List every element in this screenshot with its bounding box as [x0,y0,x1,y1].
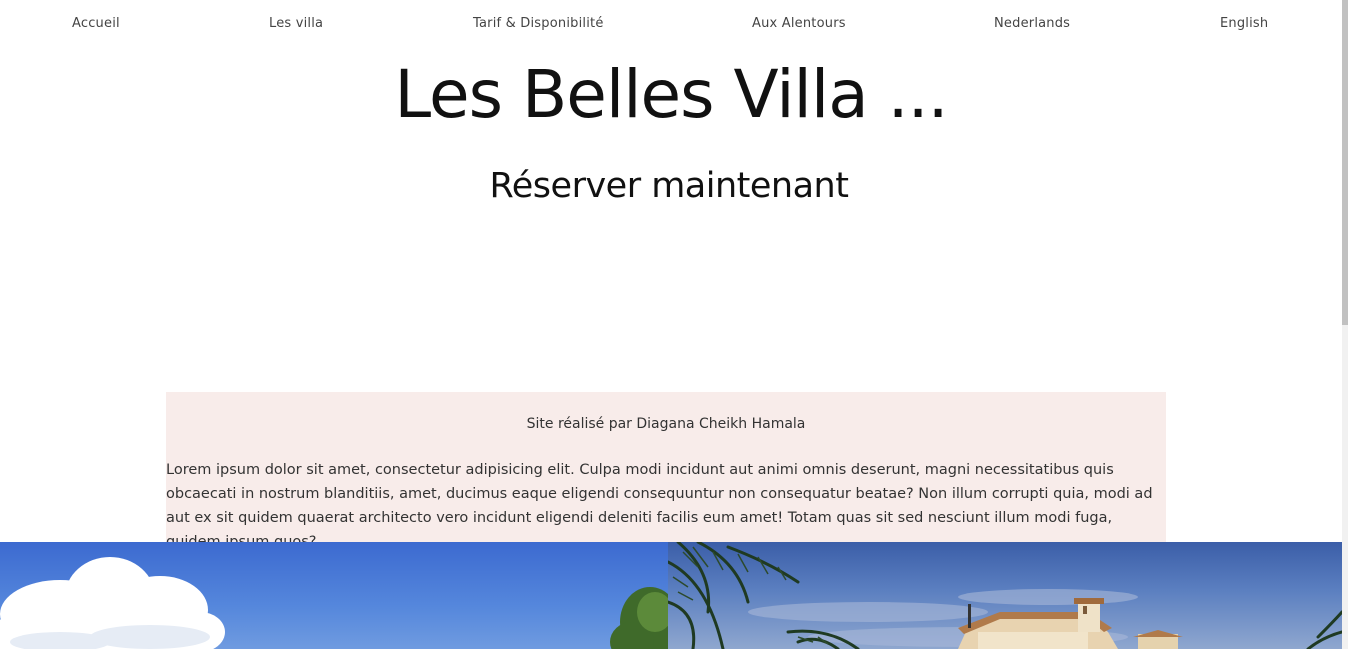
nav-link-les-villa[interactable]: Les villa [269,16,323,31]
scrollbar-thumb[interactable] [1342,0,1348,325]
nav-link-aux-alentours[interactable]: Aux Alentours [752,16,846,31]
intro-paragraph: Lorem ipsum dolor sit amet, consectetur … [166,462,1153,550]
info-section: Site réalisé par Diagana Cheikh Hamala L… [166,392,1166,550]
site-credit: Site réalisé par Diagana Cheikh Hamala [526,416,806,432]
nav-link-nederlands[interactable]: Nederlands [994,16,1070,31]
photo-gallery [0,542,1342,649]
page: Accueil Les villa Tarif & Disponibilité … [0,0,1342,649]
book-now-link[interactable]: Réserver maintenant [0,166,1338,206]
villa-photo-house [668,542,1342,649]
cloud-and-trees-illustration [0,557,668,649]
page-title: Les Belles Villa ... [394,56,948,133]
villa-photo-sky-cloud [0,542,668,649]
nav-link-accueil[interactable]: Accueil [72,16,120,31]
top-navigation: Accueil Les villa Tarif & Disponibilité … [0,0,1342,50]
nav-link-tarif-disponibilite[interactable]: Tarif & Disponibilité [473,16,604,31]
villa-and-palms-illustration [668,542,1342,649]
vertical-scrollbar[interactable] [1342,0,1348,649]
nav-link-english[interactable]: English [1220,16,1268,31]
